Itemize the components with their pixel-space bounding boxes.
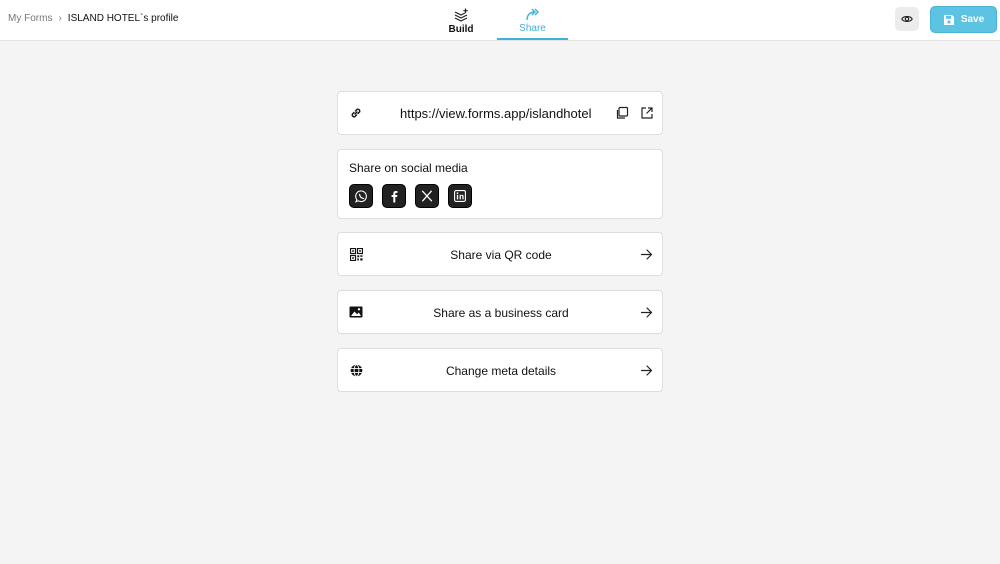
eye-icon (901, 16, 913, 22)
save-button[interactable]: Save (930, 6, 997, 33)
share-link-card: https://view.forms.app/islandhotel (337, 91, 663, 135)
linkedin-icon (454, 190, 466, 202)
arrow-right-icon (640, 249, 653, 260)
breadcrumb-current-form: ISLAND HOTEL`s profile (67, 13, 179, 24)
linkedin-share-button[interactable] (448, 184, 472, 208)
breadcrumb-my-forms-link[interactable]: My Forms (8, 13, 52, 24)
share-qr-code-label: Share via QR code (450, 248, 552, 262)
breadcrumb: My Forms › ISLAND HOTEL`s profile (8, 13, 178, 24)
tab-build-label: Build (448, 23, 474, 35)
layers-plus-icon (454, 8, 468, 22)
top-bar: My Forms › ISLAND HOTEL`s profile Build … (0, 0, 1000, 41)
external-link-icon[interactable] (640, 106, 654, 120)
share-business-card-label: Share as a business card (433, 306, 569, 320)
social-share-title: Share on social media (349, 161, 468, 175)
x-icon (421, 190, 433, 202)
breadcrumb-separator: › (58, 13, 62, 24)
change-meta-details-label: Change meta details (445, 364, 557, 378)
whatsapp-share-button[interactable] (349, 184, 373, 208)
social-buttons-row (349, 184, 472, 208)
arrow-right-icon (640, 365, 653, 376)
preview-button[interactable] (895, 7, 919, 31)
social-share-card: Share on social media (337, 149, 663, 219)
share-arrows-icon (525, 8, 539, 20)
save-button-label: Save (960, 14, 985, 25)
change-meta-details-option[interactable]: Change meta details (337, 348, 663, 392)
tab-share[interactable]: Share (497, 0, 568, 40)
floppy-disk-icon (943, 14, 954, 25)
facebook-share-button[interactable] (382, 184, 406, 208)
facebook-icon (391, 190, 397, 202)
share-business-card-option[interactable]: Share as a business card (337, 290, 663, 334)
share-qr-code-option[interactable]: Share via QR code (337, 232, 663, 276)
tab-share-label: Share (519, 22, 546, 34)
link-icon (349, 106, 363, 120)
arrow-right-icon (640, 307, 653, 318)
share-url-link[interactable]: https://view.forms.app/islandhotel (400, 106, 592, 121)
tab-build[interactable]: Build (436, 0, 486, 40)
whatsapp-icon (354, 189, 367, 203)
copy-icon[interactable] (615, 106, 629, 120)
x-share-button[interactable] (415, 184, 439, 208)
